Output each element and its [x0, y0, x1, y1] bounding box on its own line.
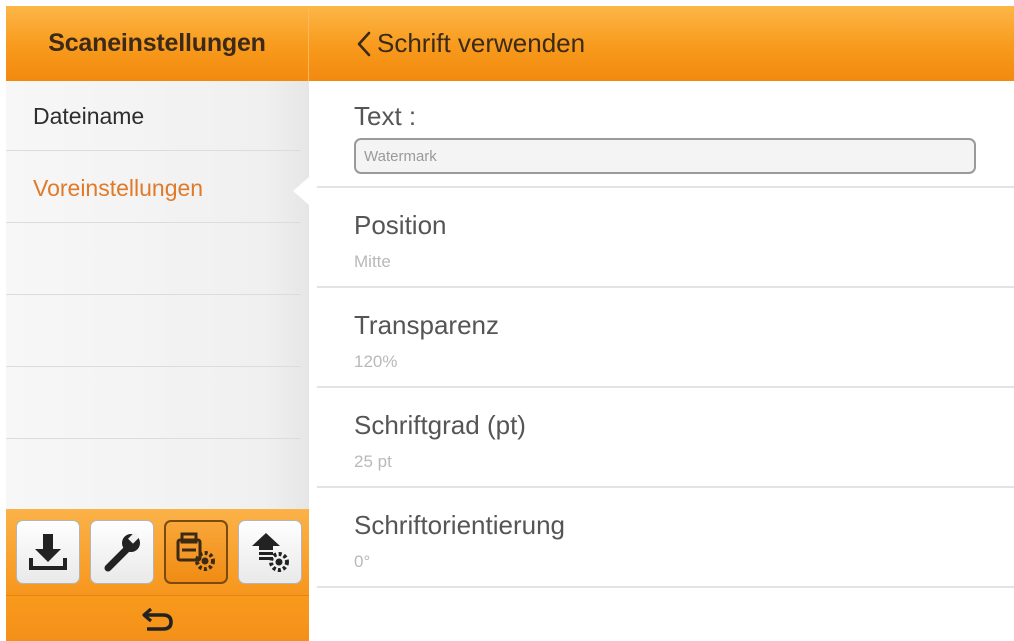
sidebar-empty-row [6, 223, 301, 295]
position-setting-row[interactable]: Position Mitte [317, 188, 1014, 288]
chevron-left-icon[interactable] [353, 30, 375, 58]
orientation-value: 0° [354, 552, 371, 571]
watermark-text-input[interactable] [354, 138, 976, 174]
page-title: Schrift verwenden [377, 28, 586, 58]
download-button[interactable] [16, 520, 80, 584]
scanner-settings-icon [176, 532, 215, 571]
return-arrow-icon[interactable] [141, 605, 175, 633]
sidebar-item-voreinstellungen[interactable]: Voreinstellungen [6, 151, 301, 223]
settings-panel: Text : Position Mitte Transparenz 120% S… [317, 81, 1014, 641]
transparency-setting-row[interactable]: Transparenz 120% [317, 288, 1014, 388]
transparency-value: 120% [354, 352, 398, 371]
header-left: Scaneinstellungen [6, 6, 309, 81]
fontsize-setting-row[interactable]: Schriftgrad (pt) 25 pt [317, 388, 1014, 488]
back-navigation[interactable]: Schrift verwenden [309, 6, 1014, 81]
selection-pointer [293, 177, 309, 205]
header-bar: Scaneinstellungen Schrift verwenden [6, 6, 1014, 81]
upload-settings-button[interactable] [238, 520, 302, 584]
upload-settings-icon [252, 533, 289, 572]
sidebar-empty-row [6, 367, 301, 439]
position-value: Mitte [354, 252, 391, 271]
transparency-label: Transparenz [354, 310, 499, 340]
sidebar-item-label: Voreinstellungen [33, 175, 204, 201]
fontsize-label: Schriftgrad (pt) [354, 410, 526, 440]
download-icon [29, 534, 67, 570]
bottom-toolbar [6, 509, 309, 595]
sidebar-item-dateiname[interactable]: Dateiname [6, 81, 301, 151]
position-label: Position [354, 210, 447, 240]
text-setting-row: Text : [317, 81, 1014, 188]
sidebar: Dateiname Voreinstellungen [6, 81, 309, 509]
panel-title: Scaneinstellungen [48, 29, 266, 57]
scan-settings-button[interactable] [164, 520, 228, 584]
sidebar-item-label: Dateiname [33, 103, 145, 129]
bottom-nav-bar [6, 595, 309, 641]
fontsize-value: 25 pt [354, 452, 392, 471]
text-label: Text : [354, 101, 417, 131]
wrench-icon [104, 532, 140, 572]
settings-button[interactable] [90, 520, 154, 584]
orientation-setting-row[interactable]: Schriftorientierung 0° [317, 488, 1014, 588]
sidebar-empty-row [6, 295, 301, 367]
orientation-label: Schriftorientierung [354, 510, 565, 540]
